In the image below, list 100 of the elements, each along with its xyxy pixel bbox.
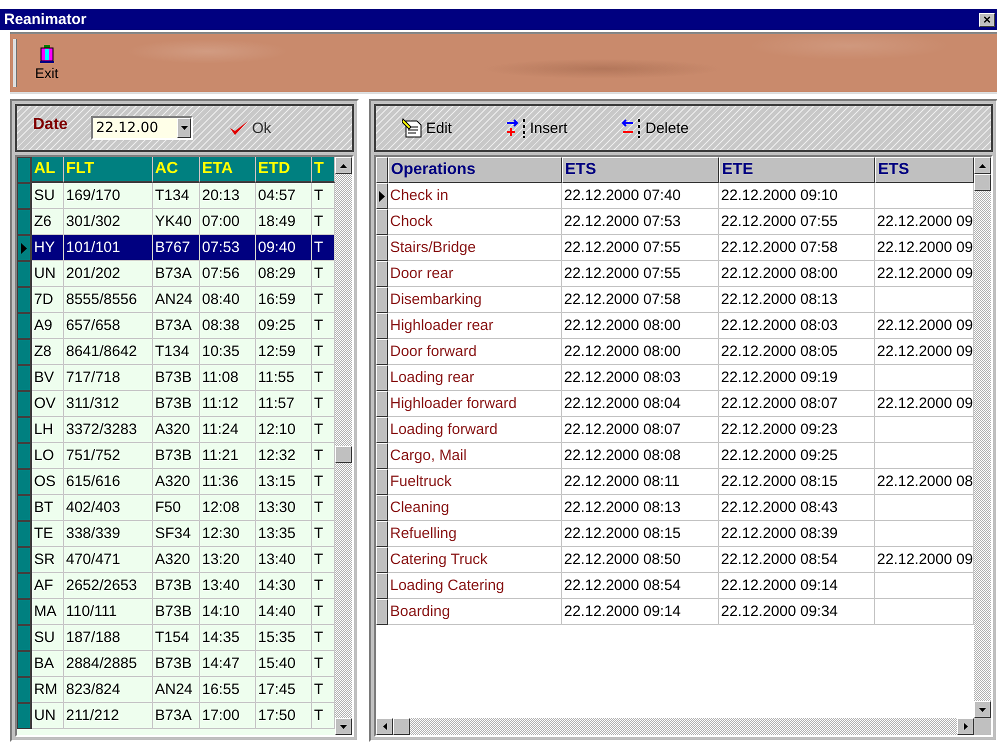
table-cell: Disembarking [388, 287, 562, 313]
table-cell: 22.12.2000 08:13 [719, 287, 875, 313]
flight-row[interactable]: SR 470/471 A320 13:20 13:40 T [17, 547, 335, 573]
table-cell: 22.12.2000 07:40 [562, 183, 719, 209]
flight-row[interactable]: RM 823/824 AN24 16:55 17:45 T [17, 677, 335, 703]
table-cell: 12:10 [256, 417, 312, 443]
table-cell: TE [32, 521, 64, 547]
column-header[interactable]: ETS [562, 157, 719, 183]
table-cell: 101/101 [64, 235, 153, 261]
vertical-scrollbar[interactable] [335, 157, 352, 735]
column-header[interactable]: ETA [200, 157, 256, 183]
flight-row[interactable]: 7D 8555/8556 AN24 08:40 16:59 T [17, 287, 335, 313]
table-cell: BV [32, 365, 64, 391]
flight-row[interactable]: A9 657/658 B73A 08:38 09:25 T [17, 313, 335, 339]
table-cell: 22.12.2000 08:54 [719, 547, 875, 573]
table-cell: 14:47 [200, 651, 256, 677]
table-cell: 17:45 [256, 677, 312, 703]
edit-button[interactable]: Edit [402, 118, 452, 138]
table-cell: 22.12.2000 07:55 [562, 235, 719, 261]
flight-row[interactable]: LO 751/752 B73B 11:21 12:32 T [17, 443, 335, 469]
window-title: Reanimator [4, 11, 87, 28]
table-cell: A320 [153, 469, 200, 495]
table-cell: 311/312 [64, 391, 153, 417]
table-cell: 22.12.2000 07:55 [719, 209, 875, 235]
table-cell: 13:20 [200, 547, 256, 573]
flight-row[interactable]: AF 2652/2653 B73B 13:40 14:30 T [17, 573, 335, 599]
table-cell: 22.12.2000 09:10 [719, 183, 875, 209]
column-header[interactable]: AL [32, 157, 64, 183]
flight-row[interactable]: LH 3372/3283 A320 11:24 12:10 T [17, 417, 335, 443]
flight-row[interactable]: Z8 8641/8642 T134 10:35 12:59 T [17, 339, 335, 365]
flight-row[interactable]: UN 211/212 B73A 17:00 17:50 T [17, 703, 335, 729]
table-cell: 22.12.2000 07:53 [562, 209, 719, 235]
date-field[interactable]: 22.12.00 [91, 116, 193, 140]
table-cell: 09:25 [256, 313, 312, 339]
column-header[interactable]: T [312, 157, 335, 183]
flight-row[interactable]: BT 402/403 F50 12:08 13:30 T [17, 495, 335, 521]
table-cell: 22.12.2000 08:11 [562, 469, 719, 495]
table-cell: 12:59 [256, 339, 312, 365]
scroll-thumb[interactable] [974, 174, 991, 191]
close-button[interactable]: × [979, 12, 995, 26]
table-cell: B73B [153, 391, 200, 417]
table-cell: 110/111 [64, 599, 153, 625]
column-header[interactable]: AC [153, 157, 200, 183]
scroll-thumb[interactable] [335, 446, 352, 463]
horizontal-scrollbar[interactable] [376, 718, 991, 735]
table-cell: 11:57 [256, 391, 312, 417]
column-header[interactable]: ETS [875, 157, 974, 183]
table-cell: Door rear [388, 261, 562, 287]
table-cell: T154 [153, 625, 200, 651]
flight-row[interactable]: OV 311/312 B73B 11:12 11:57 T [17, 391, 335, 417]
flight-row[interactable]: SU 187/188 T154 14:35 15:35 T [17, 625, 335, 651]
table-cell: 22.12.2000 08:07 [562, 417, 719, 443]
flight-row[interactable]: OS 615/616 A320 11:36 13:15 T [17, 469, 335, 495]
table-cell: T134 [153, 183, 200, 209]
column-header[interactable]: ETD [256, 157, 312, 183]
table-cell: 657/658 [64, 313, 153, 339]
date-label: Date [33, 116, 69, 134]
insert-button[interactable]: Insert [506, 118, 568, 138]
scroll-thumb[interactable] [393, 718, 410, 735]
column-header[interactable]: Operations [388, 157, 562, 183]
scroll-down-icon [340, 724, 347, 728]
column-header[interactable]: FLT [64, 157, 153, 183]
column-header[interactable]: ETE [719, 157, 875, 183]
table-cell: BA [32, 651, 64, 677]
table-cell: B73B [153, 599, 200, 625]
table-cell: 338/339 [64, 521, 153, 547]
table-cell: Loading rear [388, 365, 562, 391]
table-cell: 169/170 [64, 183, 153, 209]
flight-row[interactable]: BV 717/718 B73B 11:08 11:55 T [17, 365, 335, 391]
table-cell: A9 [32, 313, 64, 339]
table-cell: 14:35 [200, 625, 256, 651]
table-cell: 11:24 [200, 417, 256, 443]
flight-row[interactable]: TE 338/339 SF34 12:30 13:35 T [17, 521, 335, 547]
flight-row[interactable]: SU 169/170 T134 20:13 04:57 T [17, 183, 335, 209]
table-cell: Stairs/Bridge [388, 235, 562, 261]
table-cell: 22.12.2000 08:00 [562, 313, 719, 339]
table-cell: 17:00 [200, 703, 256, 729]
table-cell: T134 [153, 339, 200, 365]
delete-button[interactable]: Delete [621, 118, 689, 138]
header-indicator [17, 157, 32, 183]
flight-row[interactable]: BA 2884/2885 B73B 14:47 15:40 T [17, 651, 335, 677]
table-cell: B73A [153, 261, 200, 287]
table-cell: B73A [153, 313, 200, 339]
table-cell: T [312, 235, 335, 261]
table-cell: 12:32 [256, 443, 312, 469]
table-cell: BT [32, 495, 64, 521]
table-cell: HY [32, 235, 64, 261]
table-cell: 22.12.2000 08:00 [562, 339, 719, 365]
flight-row[interactable]: UN 201/202 B73A 07:56 08:29 T [17, 261, 335, 287]
vertical-scrollbar[interactable] [974, 157, 991, 718]
row-pointer-icon [21, 242, 27, 254]
table-cell: OS [32, 469, 64, 495]
scroll-up-icon [340, 164, 347, 168]
table-cell: 13:40 [200, 573, 256, 599]
table-cell: 470/471 [64, 547, 153, 573]
exit-button[interactable]: Exit [31, 45, 62, 81]
table-cell: 20:13 [200, 183, 256, 209]
flight-row[interactable]: MA 110/111 B73B 14:10 14:40 T [17, 599, 335, 625]
flight-row[interactable]: HY 101/101 B767 07:53 09:40 T [17, 235, 335, 261]
ok-button[interactable]: Ok [229, 120, 272, 136]
